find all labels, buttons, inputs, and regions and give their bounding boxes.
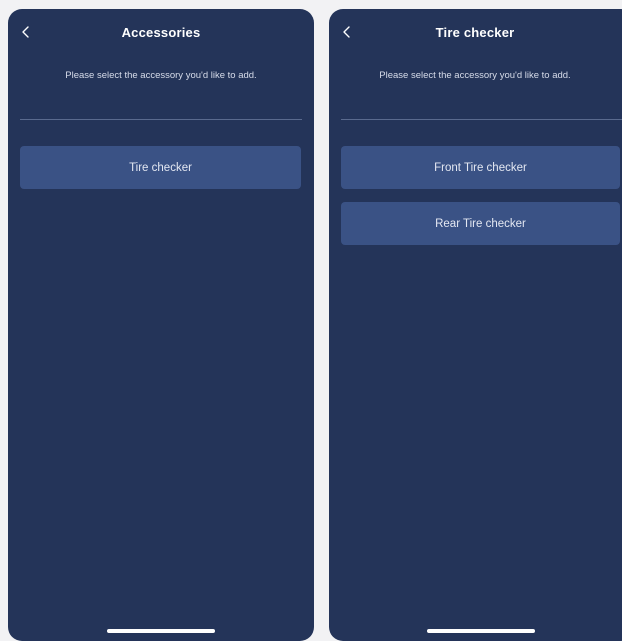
home-indicator xyxy=(107,629,215,633)
page-title: Tire checker xyxy=(435,25,515,40)
accessories-screen: Accessories Please select the accessory … xyxy=(8,9,314,641)
page-title: Accessories xyxy=(121,25,201,40)
instruction-text: Please select the accessory you'd like t… xyxy=(65,70,257,81)
front-tire-checker-button[interactable]: Front Tire checker xyxy=(341,146,620,189)
tire-checker-button[interactable]: Tire checker xyxy=(20,146,301,189)
rear-tire-checker-button[interactable]: Rear Tire checker xyxy=(341,202,620,245)
tire-checker-screen: Tire checker Please select the accessory… xyxy=(329,9,622,641)
home-indicator xyxy=(427,629,535,633)
divider xyxy=(341,119,622,120)
instruction-text: Please select the accessory you'd like t… xyxy=(379,70,571,81)
divider xyxy=(20,119,302,120)
